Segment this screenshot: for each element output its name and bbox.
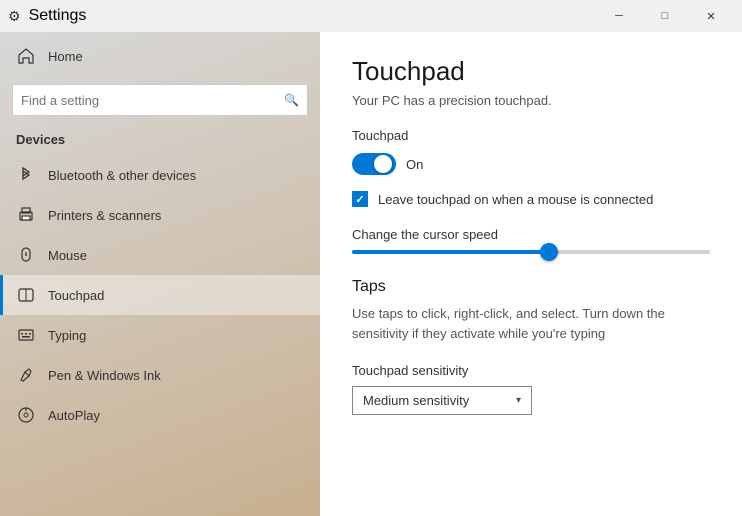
sensitivity-dropdown[interactable]: Medium sensitivity ▾ bbox=[352, 386, 532, 415]
sidebar-item-pen[interactable]: Pen & Windows Ink bbox=[0, 355, 320, 395]
taps-description: Use taps to click, right-click, and sele… bbox=[352, 304, 710, 343]
checkbox-label: Leave touchpad on when a mouse is connec… bbox=[378, 192, 653, 207]
sidebar-item-autoplay[interactable]: AutoPlay bbox=[0, 395, 320, 435]
autoplay-icon bbox=[16, 405, 36, 425]
page-subtitle: Your PC has a precision touchpad. bbox=[352, 93, 710, 108]
sidebar-item-printers[interactable]: Printers & scanners bbox=[0, 195, 320, 235]
main-layout: Home 🔍 Devices Bluetooth & other devices bbox=[0, 32, 742, 516]
sidebar-item-mouse[interactable]: Mouse bbox=[0, 235, 320, 275]
search-box[interactable]: 🔍 bbox=[12, 84, 308, 116]
home-icon bbox=[16, 46, 36, 66]
touchpad-icon bbox=[16, 285, 36, 305]
touchpad-section-label: Touchpad bbox=[352, 128, 710, 143]
slider-label: Change the cursor speed bbox=[352, 227, 710, 242]
close-button[interactable]: ✕ bbox=[688, 0, 734, 32]
search-icon: 🔍 bbox=[284, 93, 299, 107]
pen-label: Pen & Windows Ink bbox=[48, 368, 161, 383]
home-item[interactable]: Home bbox=[0, 36, 320, 76]
sidebar-section-title: Devices bbox=[0, 128, 320, 155]
page-title: Touchpad bbox=[352, 56, 710, 87]
mouse-label: Mouse bbox=[48, 248, 87, 263]
titlebar-controls: ─ □ ✕ bbox=[596, 0, 734, 32]
taps-title: Taps bbox=[352, 278, 710, 296]
mouse-icon bbox=[16, 245, 36, 265]
titlebar-left: ⚙ Settings bbox=[8, 7, 86, 25]
sidebar-item-bluetooth[interactable]: Bluetooth & other devices bbox=[0, 155, 320, 195]
leave-touchpad-checkbox[interactable]: ✓ bbox=[352, 191, 368, 207]
slider-thumb[interactable] bbox=[540, 243, 558, 261]
minimize-button[interactable]: ─ bbox=[596, 0, 642, 32]
settings-icon: ⚙ bbox=[8, 8, 21, 25]
toggle-label: On bbox=[406, 157, 423, 172]
typing-label: Typing bbox=[48, 328, 86, 343]
chevron-down-icon: ▾ bbox=[516, 395, 521, 406]
pen-icon bbox=[16, 365, 36, 385]
typing-icon bbox=[16, 325, 36, 345]
checkmark-icon: ✓ bbox=[355, 193, 364, 206]
sidebar: Home 🔍 Devices Bluetooth & other devices bbox=[0, 32, 320, 516]
bluetooth-icon bbox=[16, 165, 36, 185]
checkbox-row: ✓ Leave touchpad on when a mouse is conn… bbox=[352, 191, 710, 207]
toggle-knob bbox=[374, 155, 392, 173]
touchpad-toggle[interactable] bbox=[352, 153, 396, 175]
titlebar-title: Settings bbox=[29, 7, 87, 25]
sensitivity-label: Touchpad sensitivity bbox=[352, 363, 710, 378]
home-label: Home bbox=[48, 49, 83, 64]
search-input[interactable] bbox=[21, 93, 284, 108]
printers-label: Printers & scanners bbox=[48, 208, 161, 223]
titlebar: ⚙ Settings ─ □ ✕ bbox=[0, 0, 742, 32]
slider-fill bbox=[352, 250, 549, 254]
autoplay-label: AutoPlay bbox=[48, 408, 100, 423]
sidebar-item-touchpad[interactable]: Touchpad bbox=[0, 275, 320, 315]
content-area: Touchpad Your PC has a precision touchpa… bbox=[320, 32, 742, 516]
sensitivity-value: Medium sensitivity bbox=[363, 393, 469, 408]
bluetooth-label: Bluetooth & other devices bbox=[48, 168, 196, 183]
sidebar-item-typing[interactable]: Typing bbox=[0, 315, 320, 355]
touchpad-toggle-row: On bbox=[352, 153, 710, 175]
slider-track[interactable] bbox=[352, 250, 710, 254]
touchpad-label: Touchpad bbox=[48, 288, 104, 303]
maximize-button[interactable]: □ bbox=[642, 0, 688, 32]
printer-icon bbox=[16, 205, 36, 225]
